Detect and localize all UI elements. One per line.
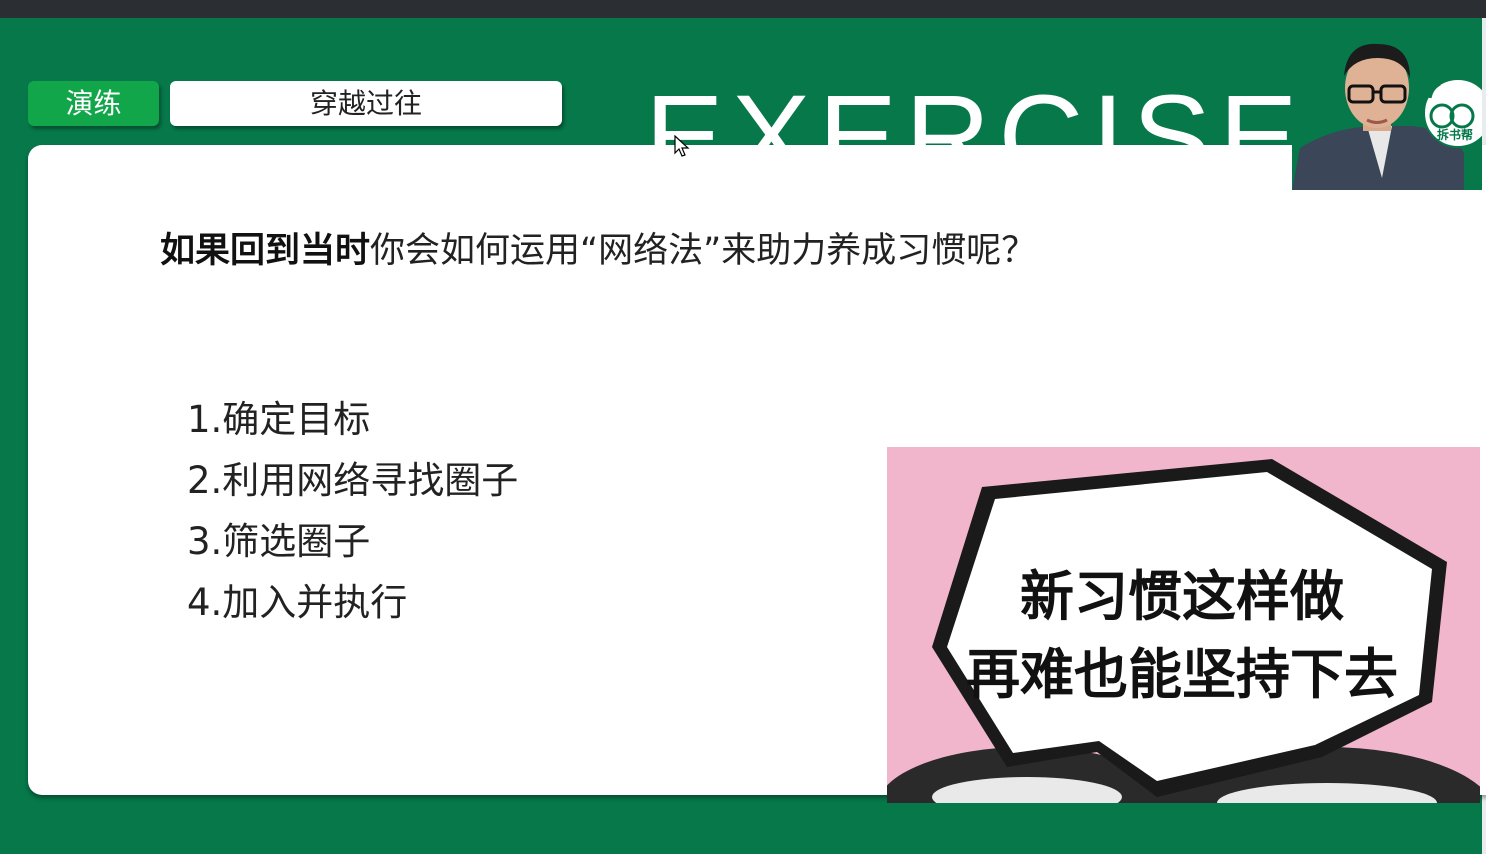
mouse-cursor-icon	[674, 135, 690, 157]
step-item: 2.利用网络寻找圈子	[187, 459, 519, 502]
presenter-avatar	[1292, 43, 1482, 190]
question-bold: 如果回到当时	[160, 231, 371, 271]
slide-title: 穿越过往	[170, 81, 562, 126]
webcam-feed: 拆书帮	[1292, 28, 1482, 190]
thumbnail-line-2: 再难也能坚持下去	[966, 643, 1398, 706]
logo-text: 拆书帮	[1437, 128, 1474, 142]
section-tag: 演练	[28, 81, 159, 126]
video-thumbnail[interactable]: 新习惯这样做 再难也能坚持下去	[887, 447, 1480, 803]
step-item: 1.确定目标	[187, 398, 371, 441]
thumbnail-line-1: 新习惯这样做	[1020, 565, 1344, 628]
step-item: 4.加入并执行	[187, 581, 408, 624]
question-text: 如果回到当时你会如何运用“网络法”来助力养成习惯呢？	[160, 222, 1036, 273]
top-toolbar	[0, 0, 1486, 18]
steps-list: 1.确定目标 2.利用网络寻找圈子 3.筛选圈子 4.加入并执行	[187, 392, 518, 636]
step-item: 3.筛选圈子	[187, 520, 371, 563]
question-rest: 你会如何运用“网络法”来助力养成习惯呢？	[370, 231, 1037, 271]
